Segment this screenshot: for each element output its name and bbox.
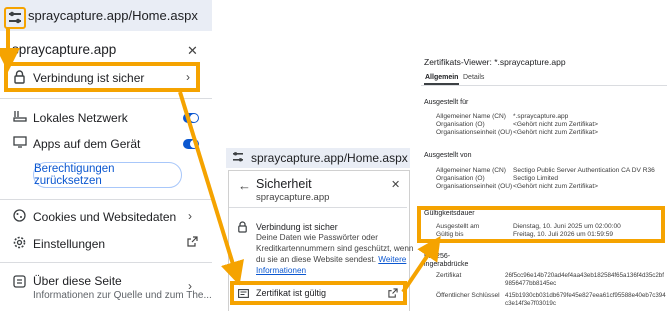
arrow-certificate-to-validity bbox=[401, 236, 441, 294]
arrow-connection-to-certificate bbox=[178, 91, 244, 286]
annotation-arrows bbox=[0, 28, 441, 294]
